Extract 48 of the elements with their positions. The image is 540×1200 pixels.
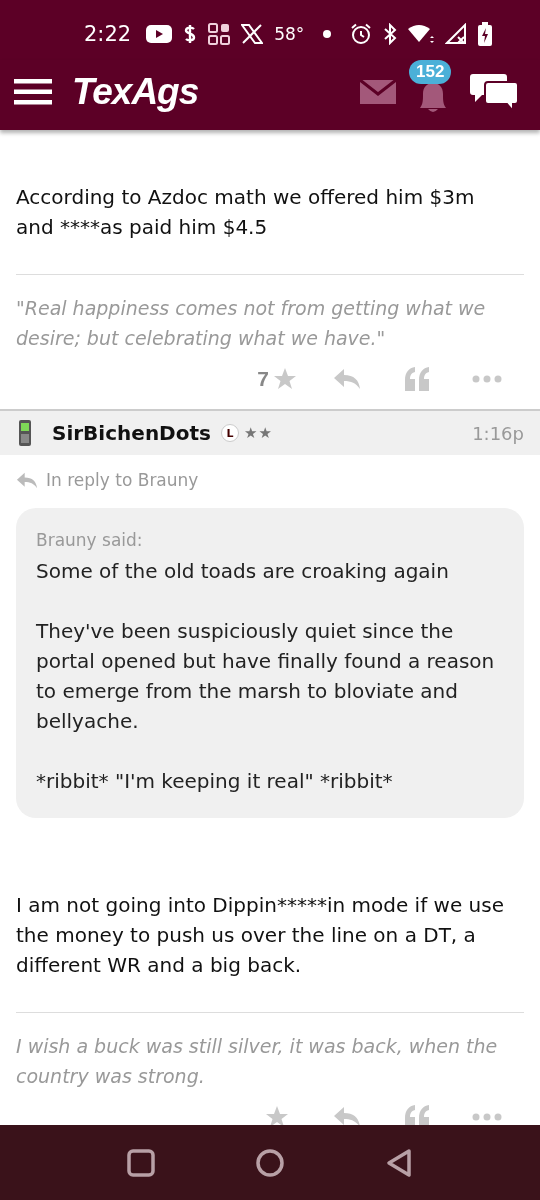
home-button[interactable] [255,1147,285,1178]
post-text: I am not going into Dippin*****in mode if we use the money to push us over the line on a DT, a different WR and a big back. [15,892,505,979]
chat-button[interactable] [470,72,518,112]
video-play-icon [146,25,173,43]
more-icon [472,375,502,383]
reply-to-link[interactable]: In reply to Brauny [46,470,199,490]
quote-text: Some of the old toads are croaking again [36,558,450,585]
bluetooth-icon [383,23,398,45]
battery-icon [478,22,493,46]
menu-icon [14,79,52,105]
quote-text: They've been suspiciously quiet since the portal opened but have finally found a reason to emerge from the marsh to bloviate and bellyache. [36,618,496,735]
quote-icon [404,1105,430,1125]
temperature: 58° [274,24,305,44]
quote-author: Brauny said: [36,530,144,550]
post-time: 1:16p [472,422,524,444]
envelope-icon [360,80,396,104]
author-name[interactable]: SirBichenDots [52,421,211,445]
back-button[interactable] [385,1147,413,1178]
recents-button[interactable] [127,1148,155,1177]
quote-text: *ribbit* "I'm keeping it real" *ribbit* [36,768,394,795]
member-badge: L [220,424,239,442]
phone-icon [18,420,32,446]
signature-text: I wish a buck was still silver, it was back, when the country was strong. [16,1012,524,1091]
notification-badge: 152 [409,60,452,84]
star-icon [265,1105,289,1125]
signature-text: "Real happiness comes not from getting what we desire; but celebrating what we have." [16,274,524,353]
mail-button[interactable] [360,80,396,104]
app-logo[interactable]: TexAgs [72,71,199,113]
x-icon [241,24,264,44]
more-icon [472,1113,502,1121]
reply-arrow-icon [16,471,38,489]
chat-bubbles-icon [470,72,518,112]
rank-stars: ★★ [243,424,273,442]
reply-arrow-icon [333,1106,361,1125]
dollar-icon [183,24,198,44]
dot-icon [323,30,332,38]
star-icon [272,367,297,391]
quote-icon [404,367,430,391]
notifications-button[interactable]: 152 [406,60,460,114]
alarm-icon [350,23,373,45]
grid-icon [208,23,231,45]
signal-icon [445,23,468,45]
menu-button[interactable] [14,79,52,105]
wifi-icon [408,24,435,44]
post-text: According to Azdoc math we offered him $3m and ****as paid him $4.5 [15,184,476,241]
like-button[interactable]: 7 [242,367,312,391]
clock-time: 2:22 [84,22,132,46]
reply-arrow-icon [333,368,361,390]
